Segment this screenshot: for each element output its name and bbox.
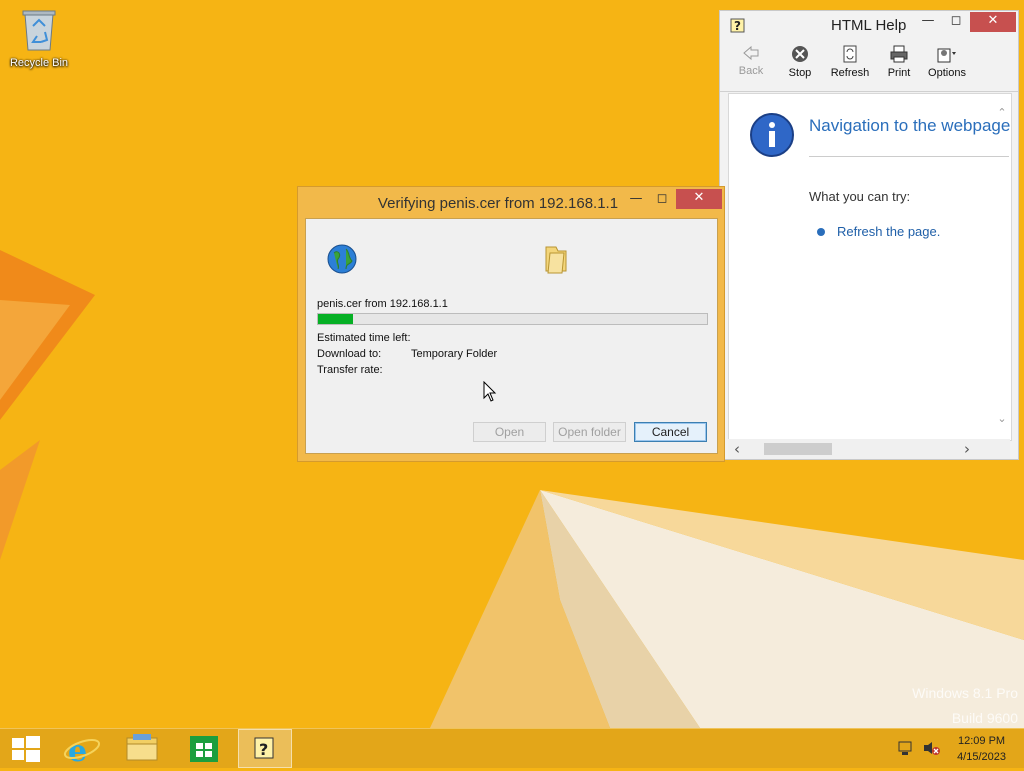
transfer-rate-label: Transfer rate: <box>317 364 383 376</box>
speaker-muted-icon[interactable] <box>922 740 940 759</box>
back-arrow-icon <box>742 45 760 64</box>
recycle-bin-desktop-icon[interactable]: Recycle Bin <box>6 6 72 69</box>
refresh-page-link[interactable]: Refresh the page. <box>837 224 940 239</box>
clock-time: 12:09 PM <box>957 735 1006 747</box>
info-icon <box>749 112 795 161</box>
scroll-left-arrow-icon[interactable]: ‹ <box>734 440 740 458</box>
open-folder-button[interactable]: Open folder <box>553 422 626 442</box>
taskbar-store[interactable] <box>178 729 232 768</box>
options-icon <box>936 48 958 66</box>
open-button[interactable]: Open <box>473 422 546 442</box>
scroll-right-arrow-icon[interactable]: › <box>964 440 970 458</box>
print-label: Print <box>887 67 911 79</box>
svg-text:?: ? <box>734 19 741 33</box>
help-divider <box>809 156 1009 157</box>
help-close-button[interactable]: ✕ <box>970 12 1016 32</box>
help-stop-button[interactable]: Stop <box>777 45 823 79</box>
svg-text:?: ? <box>259 740 268 759</box>
help-back-button[interactable]: Back <box>728 45 774 77</box>
stop-icon <box>790 46 810 66</box>
what-you-can-try: What you can try: <box>809 189 911 204</box>
help-content-pane: Navigation to the webpage was canceled W… <box>728 93 1012 441</box>
refresh-icon <box>841 45 859 66</box>
download-to-value: Temporary Folder <box>411 348 498 360</box>
help-print-button[interactable]: Print <box>876 45 922 79</box>
help-heading: Navigation to the webpage was canceled <box>809 116 1011 135</box>
estimated-time-label: Estimated time left: <box>317 332 411 344</box>
recycle-bin-label: Recycle Bin <box>9 57 69 69</box>
taskbar-clock[interactable]: 12:09 PM 4/15/2023 <box>957 733 1006 765</box>
download-minimize-button[interactable]: — <box>622 190 650 210</box>
download-dialog-title-bar[interactable]: Verifying penis.cer from 192.168.1.1 — ◻… <box>298 187 724 217</box>
stop-label: Stop <box>788 67 812 79</box>
help-window-title: HTML Help <box>831 17 907 34</box>
clock-date: 4/15/2023 <box>957 751 1006 763</box>
bullet-icon <box>817 228 825 236</box>
scroll-down-arrow-icon[interactable]: ⌄ <box>995 412 1009 425</box>
help-horizontal-scrollbar[interactable]: ‹ › <box>728 439 1010 459</box>
html-help-window: ? HTML Help — ◻ ✕ Back Stop Refresh Prin… <box>719 10 1019 460</box>
back-label: Back <box>738 65 764 77</box>
printer-icon <box>889 45 909 66</box>
folder-icon <box>542 243 570 278</box>
cancel-button[interactable]: Cancel <box>634 422 707 442</box>
desktop: Recycle Bin Windows 8.1 Pro Build 9600 ?… <box>0 0 1024 728</box>
download-progress-bar <box>317 313 708 325</box>
taskbar: e ? 12:09 PM 4/15/2023 <box>0 728 1024 769</box>
windows-edition-watermark: Windows 8.1 Pro <box>912 685 1018 701</box>
file-explorer-icon <box>126 734 158 761</box>
windows-logo-icon <box>12 736 40 762</box>
store-icon <box>190 736 218 762</box>
svg-text:e: e <box>68 734 87 768</box>
download-close-button[interactable]: ✕ <box>676 189 722 209</box>
download-dialog: Verifying penis.cer from 192.168.1.1 — ◻… <box>297 186 725 462</box>
help-maximize-button[interactable]: ◻ <box>942 12 970 32</box>
download-dialog-body: penis.cer from 192.168.1.1 Estimated tim… <box>305 218 718 454</box>
internet-explorer-icon: e <box>63 734 101 769</box>
download-file-source: penis.cer from 192.168.1.1 <box>317 298 448 310</box>
taskbar-file-explorer[interactable] <box>116 729 170 768</box>
options-label: Options <box>928 67 966 79</box>
help-title-bar[interactable]: ? HTML Help — ◻ ✕ <box>720 11 1018 39</box>
help-question-icon: ? <box>254 737 274 759</box>
scroll-up-arrow-icon[interactable]: ⌃ <box>995 106 1009 119</box>
refresh-label: Refresh <box>830 67 870 79</box>
help-options-button[interactable]: Options <box>924 45 970 79</box>
mouse-pointer-icon <box>483 380 497 406</box>
help-question-icon: ? <box>729 16 747 37</box>
start-button[interactable] <box>0 729 54 768</box>
windows-build-watermark: Build 9600 <box>951 710 1018 726</box>
globe-icon <box>326 243 358 278</box>
download-progress-fill <box>318 314 353 324</box>
help-minimize-button[interactable]: — <box>914 12 942 32</box>
download-to-label: Download to: <box>317 348 382 360</box>
taskbar-internet-explorer[interactable]: e <box>56 729 110 769</box>
download-maximize-button[interactable]: ◻ <box>648 190 676 210</box>
network-icon[interactable] <box>897 740 915 759</box>
scrollbar-thumb[interactable] <box>764 443 832 455</box>
taskbar-html-help[interactable]: ? <box>238 729 292 768</box>
help-toolbar: Back Stop Refresh Print Options <box>720 41 1018 92</box>
recycle-bin-icon <box>22 10 56 51</box>
help-refresh-button[interactable]: Refresh <box>827 45 873 79</box>
